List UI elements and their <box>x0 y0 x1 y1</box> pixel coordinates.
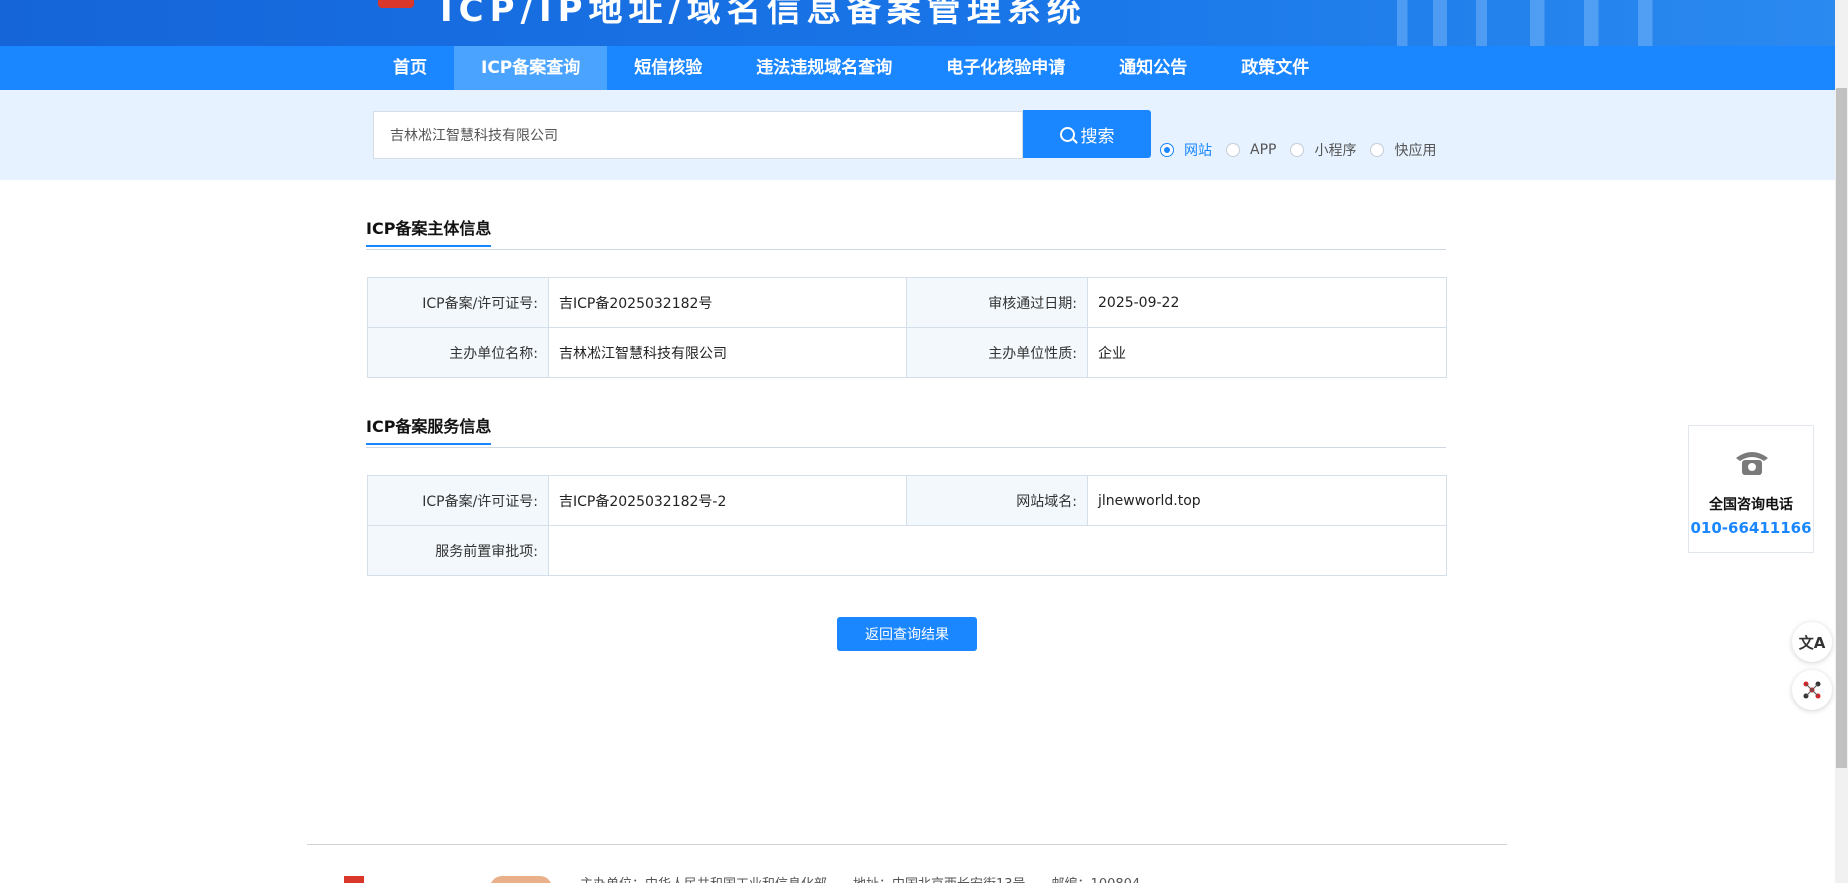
table-row: ICP备案/许可证号: 吉ICP备2025032182号 审核通过日期: 202… <box>367 277 1447 328</box>
footer-info: 主办单位：中华人民共和国工业和信息化部 地址：中国北京西长安街13号 邮编：10… <box>580 873 1140 883</box>
back-to-results-button[interactable]: 返回查询结果 <box>837 617 977 651</box>
footer-logo-icon <box>344 876 364 883</box>
service-info-title: ICP备案服务信息 <box>366 413 492 445</box>
section-divider <box>366 447 1446 448</box>
search-button-label: 搜索 <box>1080 126 1115 147</box>
table-value: jlnewworld.top <box>1087 475 1447 526</box>
service-info-table: ICP备案/许可证号: 吉ICP备2025032182号-2 网站域名: jln… <box>367 475 1447 576</box>
nav-item-notices[interactable]: 通知公告 <box>1092 46 1214 90</box>
nav-item-electronic-verify[interactable]: 电子化核验申请 <box>919 46 1092 90</box>
site-title: ICP/IP地址/域名信息备案管理系统 <box>440 0 1087 30</box>
assistant-button[interactable] <box>1792 670 1832 710</box>
table-value: 吉ICP备2025032182号 <box>548 277 907 328</box>
table-row: ICP备案/许可证号: 吉ICP备2025032182号-2 网站域名: jln… <box>367 475 1447 526</box>
logo-icon <box>378 0 414 8</box>
footer-badge-icon <box>490 876 552 883</box>
radio-app[interactable]: APP <box>1226 142 1276 158</box>
network-icon <box>1803 681 1821 699</box>
radio-dot-icon <box>1290 143 1305 157</box>
table-label: 主办单位名称: <box>367 327 549 378</box>
radio-dot-icon <box>1370 143 1385 157</box>
section-divider <box>366 249 1446 250</box>
scrollbar-thumb[interactable] <box>1836 88 1847 768</box>
table-label: 审核通过日期: <box>906 277 1088 328</box>
nav-item-illegal-domain-query[interactable]: 违法违规域名查询 <box>729 46 919 90</box>
table-value: 2025-09-22 <box>1087 277 1447 328</box>
search-button[interactable]: 搜索 <box>1023 110 1151 158</box>
search-type-group: 网站 APP 小程序 快应用 <box>1160 140 1450 160</box>
table-value: 吉林凇江智慧科技有限公司 <box>548 327 907 378</box>
table-value: 企业 <box>1087 327 1447 378</box>
table-value: 吉ICP备2025032182号-2 <box>548 475 907 526</box>
table-label: 主办单位性质: <box>906 327 1088 378</box>
table-label: ICP备案/许可证号: <box>367 277 549 328</box>
nav-item-policy-docs[interactable]: 政策文件 <box>1214 46 1336 90</box>
radio-quick-app[interactable]: 快应用 <box>1370 140 1436 160</box>
footer-divider <box>307 844 1507 845</box>
consult-label: 全国咨询电话 <box>1709 497 1793 513</box>
table-value <box>548 525 1447 576</box>
radio-website[interactable]: 网站 <box>1160 140 1212 160</box>
subject-info-title: ICP备案主体信息 <box>366 215 492 247</box>
header-banner: ICP/IP地址/域名信息备案管理系统 <box>0 0 1848 46</box>
table-label: 服务前置审批项: <box>367 525 549 576</box>
table-row: 主办单位名称: 吉林凇江智慧科技有限公司 主办单位性质: 企业 <box>367 327 1447 378</box>
radio-dot-icon <box>1160 143 1174 157</box>
search-band: 搜索 网站 APP 小程序 快应用 <box>0 90 1848 180</box>
nav-item-icp-query[interactable]: ICP备案查询 <box>454 46 608 90</box>
consult-phone: 010-66411166 <box>1690 519 1812 537</box>
table-row: 服务前置审批项: <box>367 525 1447 576</box>
search-input[interactable] <box>373 111 1023 159</box>
consult-panel[interactable]: 全国咨询电话 010-66411166 <box>1688 425 1814 553</box>
city-skyline-decoration <box>1368 0 1728 46</box>
radio-mini-program[interactable]: 小程序 <box>1290 140 1356 160</box>
table-label: ICP备案/许可证号: <box>367 475 549 526</box>
radio-dot-icon <box>1226 143 1240 157</box>
phone-icon <box>1736 452 1768 475</box>
table-label: 网站域名: <box>906 475 1088 526</box>
search-icon <box>1059 126 1075 142</box>
subject-info-table: ICP备案/许可证号: 吉ICP备2025032182号 审核通过日期: 202… <box>367 277 1447 378</box>
main-nav: 首页 ICP备案查询 短信核验 违法违规域名查询 电子化核验申请 通知公告 政策… <box>0 46 1848 90</box>
nav-item-sms-verify[interactable]: 短信核验 <box>607 46 729 90</box>
translate-icon: 文A <box>1798 633 1826 652</box>
translate-button[interactable]: 文A <box>1792 622 1832 662</box>
nav-item-home[interactable]: 首页 <box>366 46 454 90</box>
